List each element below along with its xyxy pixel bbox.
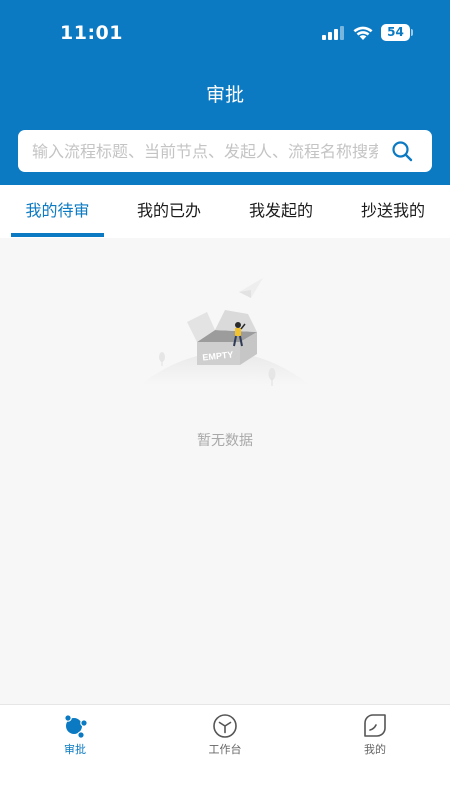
search-input[interactable] xyxy=(32,130,378,172)
search-icon[interactable] xyxy=(391,140,413,162)
tab-my-done[interactable]: 我的已办 xyxy=(124,185,214,238)
header: 11:01 54 审批 xyxy=(0,0,450,185)
status-time: 11:01 xyxy=(60,22,123,44)
leaf-icon xyxy=(364,714,386,737)
wifi-icon xyxy=(353,26,373,40)
battery-tip xyxy=(411,29,413,36)
bottom-nav: 审批 工作台 我的 xyxy=(0,704,450,800)
nav-label-approval: 审批 xyxy=(64,743,86,756)
nav-label-mine: 我的 xyxy=(364,743,386,756)
cube-icon xyxy=(213,714,237,738)
nav-item-workbench[interactable]: 工作台 xyxy=(150,705,300,765)
battery-level: 54 xyxy=(381,24,410,41)
search-bar[interactable] xyxy=(18,130,432,172)
nav-label-workbench: 工作台 xyxy=(208,743,242,756)
tab-my-pending[interactable]: 我的待审 xyxy=(11,185,104,238)
approval-icon xyxy=(64,714,88,739)
tab-bar: 我的待审 我的已办 我发起的 抄送我的 xyxy=(0,185,450,238)
active-tab-indicator xyxy=(11,233,104,237)
battery-icon: 54 xyxy=(381,24,413,41)
empty-box-illustration: EMPTY xyxy=(140,278,310,386)
nav-item-mine[interactable]: 我的 xyxy=(300,705,450,765)
page-title: 审批 xyxy=(205,84,244,106)
tab-initiated-by-me[interactable]: 我发起的 xyxy=(236,185,326,238)
empty-state-message: 暂无数据 xyxy=(197,433,253,449)
tab-cc-to-me[interactable]: 抄送我的 xyxy=(348,185,438,238)
nav-item-approval[interactable]: 审批 xyxy=(0,705,150,765)
signal-icon xyxy=(322,26,344,40)
status-bar: 11:01 54 xyxy=(0,0,450,62)
